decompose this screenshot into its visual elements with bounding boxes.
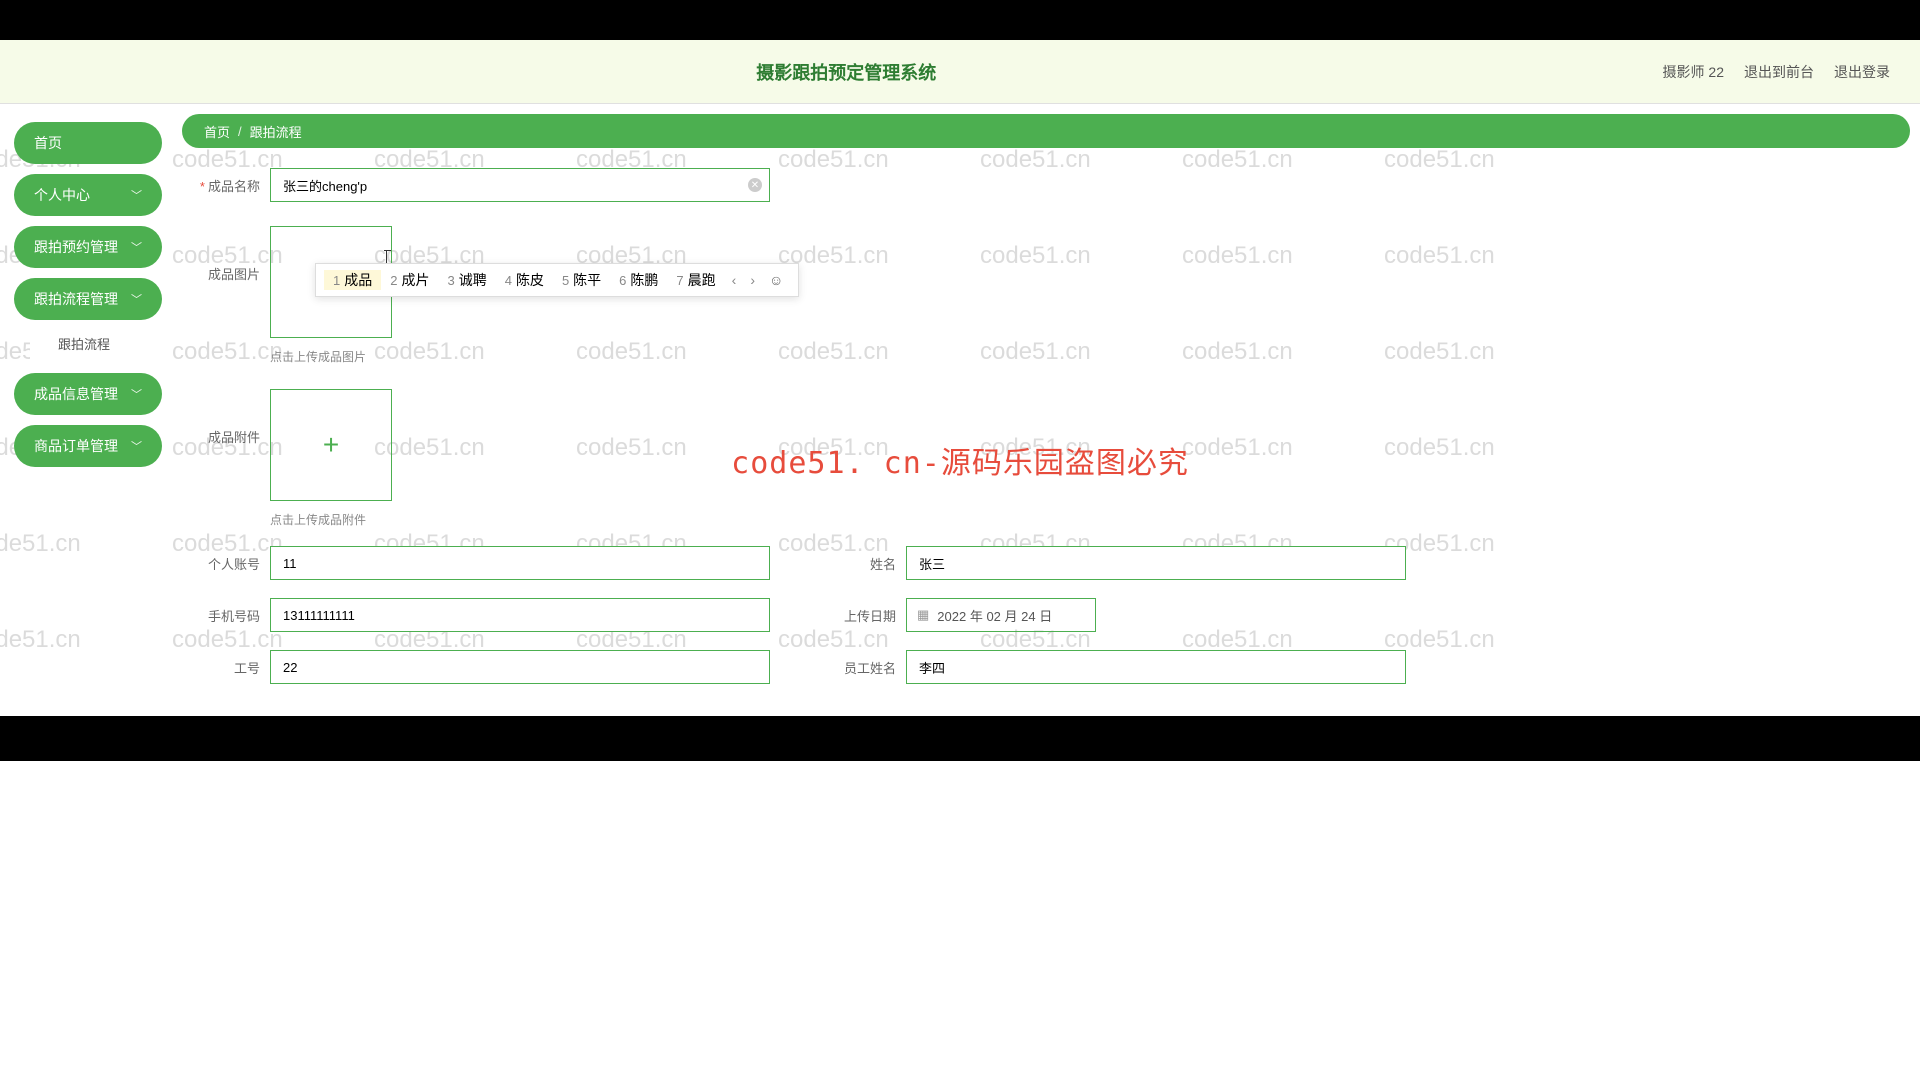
ime-candidate[interactable]: 1成品 [324,270,381,290]
header-logout[interactable]: 退出登录 [1834,62,1890,82]
chevron-down-icon: ﹀ [131,291,142,307]
date-input[interactable]: ▦ 2022 年 02 月 24 日 [906,598,1096,632]
sidebar-item-order[interactable]: 商品订单管理 ﹀ [14,425,162,467]
sidebar-item-label: 成品信息管理 [34,384,118,404]
breadcrumb-current: 跟拍流程 [250,122,302,141]
sidebar-item-home[interactable]: 首页 [14,122,162,164]
sidebar-item-product[interactable]: 成品信息管理 ﹀ [14,373,162,415]
clear-input-icon[interactable]: ✕ [748,178,762,192]
bottom-black-bar [0,716,1920,761]
sidebar-item-label: 个人中心 [34,185,90,205]
label-phone: 手机号码 [194,606,260,625]
ime-candidate[interactable]: 2成片 [381,270,438,290]
account-input[interactable] [270,546,770,580]
ime-prev-icon[interactable]: ‹ [725,272,744,288]
plus-icon: + [323,429,339,461]
phone-input[interactable] [270,598,770,632]
empname-input[interactable] [906,650,1406,684]
header-bar: 摄影跟拍预定管理系统 摄影师 22 退出到前台 退出登录 [0,40,1920,104]
label-date: 上传日期 [830,606,896,625]
label-empno: 工号 [194,658,260,677]
sidebar-item-label: 商品订单管理 [34,436,118,456]
name-input[interactable] [906,546,1406,580]
label-image: 成品图片 [194,220,260,283]
breadcrumb-sep: / [238,124,242,139]
label-account: 个人账号 [194,554,260,573]
upload-attach-box[interactable]: + [270,389,392,501]
sidebar-item-reserve[interactable]: 跟拍预约管理 ﹀ [14,226,162,268]
sidebar-item-label: 跟拍预约管理 [34,237,118,257]
sidebar-item-label: 首页 [34,133,62,153]
label-product-name: 成品名称 [194,176,260,195]
empno-input[interactable] [270,650,770,684]
chevron-down-icon: ﹀ [131,187,142,203]
sidebar-subitem-label: 跟拍流程 [58,337,110,352]
upload-attach-hint: 点击上传成品附件 [270,511,392,528]
chevron-down-icon: ﹀ [131,438,142,454]
date-value: 2022 年 02 月 24 日 [937,606,1052,625]
header-user[interactable]: 摄影师 22 [1663,62,1724,82]
form-container: 成品名称 ✕ 成品图片 + 点击上传成品图片 [182,164,1910,706]
sidebar: 首页 个人中心 ﹀ 跟拍预约管理 ﹀ 跟拍流程管理 ﹀ 跟拍流程 成品信息管理 … [10,114,170,706]
chevron-down-icon: ﹀ [131,239,142,255]
calendar-icon: ▦ [917,607,929,623]
ime-next-icon[interactable]: › [743,272,762,288]
label-attach: 成品附件 [194,383,260,446]
ime-candidate[interactable]: 3诚聘 [438,270,495,290]
product-name-input[interactable] [270,168,770,202]
breadcrumb: 首页 / 跟拍流程 [182,114,1910,148]
ime-emoji-icon[interactable]: ☺ [762,272,790,288]
header-logout-front[interactable]: 退出到前台 [1744,62,1814,82]
top-black-bar [0,0,1920,40]
ime-candidate[interactable]: 5陈平 [553,270,610,290]
label-empname: 员工姓名 [830,658,896,677]
app-title: 摄影跟拍预定管理系统 [30,59,1663,85]
label-name: 姓名 [830,554,896,573]
sidebar-item-process[interactable]: 跟拍流程管理 ﹀ [14,278,162,320]
sidebar-subitem-process[interactable]: 跟拍流程 [30,324,156,363]
ime-candidate-panel[interactable]: 1成品2成片3诚聘4陈皮5陈平6陈鹏7晨跑 ‹ › ☺ [315,263,799,297]
chevron-down-icon: ﹀ [131,386,142,402]
sidebar-item-personal[interactable]: 个人中心 ﹀ [14,174,162,216]
breadcrumb-home[interactable]: 首页 [204,122,230,141]
ime-candidate[interactable]: 6陈鹏 [610,270,667,290]
upload-image-hint: 点击上传成品图片 [270,348,392,365]
sidebar-item-label: 跟拍流程管理 [34,289,118,309]
ime-candidate[interactable]: 7晨跑 [667,270,724,290]
ime-candidate[interactable]: 4陈皮 [496,270,553,290]
